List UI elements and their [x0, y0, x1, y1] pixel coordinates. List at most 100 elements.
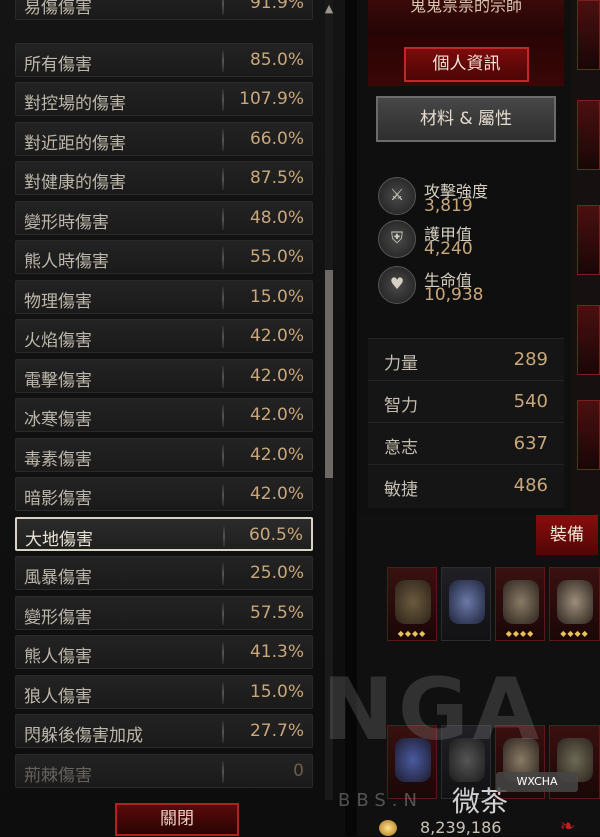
stat-value: 15.0%	[249, 286, 304, 307]
stat-value: 42.0%	[249, 444, 304, 465]
stat-row[interactable]: 冰寒傷害 42.0%	[15, 398, 313, 432]
stat-row[interactable]: 大地傷害 60.5%	[15, 516, 313, 551]
stat-separator	[222, 681, 224, 704]
stat-row[interactable]: 狼人傷害 15.0%	[15, 674, 313, 709]
stat-row[interactable]: 對健康的傷害 87.5%	[15, 161, 313, 195]
stat-label: 荊棘傷害	[24, 765, 92, 786]
scrollbar-thumb[interactable]	[325, 270, 333, 478]
stat-value: 41.3%	[249, 642, 304, 662]
stat-label: 對近距的傷害	[24, 133, 126, 154]
boots-icon	[503, 580, 539, 624]
stat-separator	[222, 602, 224, 625]
stat-row[interactable]: 所有傷害 85.0%	[15, 42, 313, 77]
stat-separator	[222, 326, 224, 348]
stat-value: 25.0%	[249, 563, 304, 583]
stat-label: 熊人傷害	[24, 647, 92, 667]
stat-separator	[223, 524, 225, 547]
armor-piece-icon	[557, 580, 593, 624]
core-stat-value: 4,240	[424, 239, 473, 259]
stat-separator	[222, 405, 224, 427]
stat-row[interactable]: 物理傷害 15.0%	[15, 279, 313, 314]
profile-button[interactable]: 個人資訊	[404, 47, 529, 82]
equipment-slot[interactable]	[577, 305, 600, 375]
stat-row[interactable]: 閃躲後傷害加成 27.7%	[15, 714, 313, 748]
gem-icon	[449, 580, 485, 624]
stat-value: 15.0%	[249, 681, 304, 702]
stat-row[interactable]: 電擊傷害 42.0%	[15, 358, 313, 393]
equipment-tab[interactable]: 裝備	[536, 515, 598, 555]
stat-row[interactable]: 變形時傷害 48.0%	[15, 200, 313, 235]
scroll-up-icon[interactable]: ▲	[322, 2, 336, 16]
stat-separator	[222, 89, 224, 111]
crossed-swords-icon: ⚔	[378, 177, 416, 215]
stat-row[interactable]: 易傷傷害 91.9%	[15, 0, 313, 20]
stat-value: 66.0%	[249, 128, 304, 149]
stat-value: 42.0%	[249, 405, 304, 425]
stat-row[interactable]: 毒素傷害 42.0%	[15, 437, 313, 472]
item-rarity-stars: ◆◆◆◆	[560, 629, 589, 638]
stat-row[interactable]: 對控場的傷害 107.9%	[15, 82, 313, 116]
attribute-row: 意志 637	[368, 422, 564, 465]
stat-separator	[222, 642, 224, 664]
stat-label: 火焰傷害	[24, 331, 92, 351]
stat-value: 42.0%	[249, 365, 304, 386]
stat-row[interactable]: 暗影傷害 42.0%	[15, 477, 313, 511]
attribute-value: 289	[513, 349, 548, 370]
stat-separator	[222, 168, 224, 190]
stat-value: 87.5%	[249, 168, 304, 188]
feather-icon: ❧	[560, 816, 576, 837]
watermark-bbs-text: BBS.N	[338, 790, 423, 811]
stat-row[interactable]: 熊人時傷害 55.0%	[15, 240, 313, 274]
stat-row[interactable]: 風暴傷害 25.0%	[15, 556, 313, 590]
attribute-label: 敏捷	[384, 480, 418, 500]
stat-value: 55.0%	[249, 247, 304, 267]
equipment-slot[interactable]	[577, 100, 600, 170]
stat-label: 暗影傷害	[24, 489, 92, 509]
stat-row[interactable]: 荊棘傷害 0	[15, 753, 313, 788]
stat-label: 變形時傷害	[24, 212, 109, 233]
stat-separator	[222, 563, 224, 585]
player-title-bar: 鬼鬼祟祟的宗師	[368, 0, 564, 36]
attribute-label: 意志	[384, 438, 418, 458]
stat-label: 電擊傷害	[24, 370, 92, 391]
item-slot[interactable]: ◆◆◆◆	[549, 567, 600, 641]
stat-row[interactable]: 變形傷害 57.5%	[15, 595, 313, 630]
watermark-logo: NGA	[322, 660, 544, 760]
stat-label: 毒素傷害	[24, 449, 92, 470]
close-button[interactable]: 關閉	[115, 803, 239, 836]
stats-panel: 易傷傷害 91.9% 所有傷害 85.0% 對控場的傷害 107.9% 對近距的傷害 66.0…	[0, 0, 345, 836]
stat-label: 冰寒傷害	[24, 410, 92, 430]
item-rarity-stars: ◆◆◆◆	[397, 629, 427, 638]
attribute-label: 智力	[384, 396, 418, 416]
equipment-slot[interactable]	[577, 0, 600, 70]
ring-slot[interactable]	[441, 567, 491, 641]
stat-separator	[222, 247, 224, 269]
equipment-slot[interactable]	[577, 400, 600, 470]
stat-separator	[222, 365, 224, 388]
amulet-icon	[395, 580, 431, 624]
attribute-row: 力量 289	[368, 338, 564, 381]
stat-row[interactable]: 對近距的傷害 66.0%	[15, 121, 313, 156]
stat-separator	[222, 0, 224, 15]
item-rarity-stars: ◆◆◆◆	[505, 629, 535, 638]
stat-label: 物理傷害	[24, 291, 92, 312]
stat-label: 閃躲後傷害加成	[24, 726, 143, 746]
stat-label: 大地傷害	[25, 529, 93, 550]
equipment-slot[interactable]	[577, 205, 600, 275]
boots-slot[interactable]: ◆◆◆◆	[495, 567, 545, 641]
stat-label: 對健康的傷害	[24, 173, 126, 193]
stat-separator	[222, 760, 224, 783]
stat-value: 60.5%	[248, 524, 303, 545]
stat-value: 48.0%	[249, 207, 304, 228]
gold-coin-icon	[379, 820, 397, 836]
stat-row[interactable]: 熊人傷害 41.3%	[15, 635, 313, 669]
stat-separator	[222, 49, 224, 72]
stat-separator	[222, 207, 224, 230]
materials-attributes-button[interactable]: 材料 & 屬性	[376, 96, 556, 142]
stat-label: 熊人時傷害	[24, 252, 109, 272]
stat-row[interactable]: 火焰傷害 42.0%	[15, 319, 313, 353]
stat-value: 42.0%	[249, 484, 304, 504]
heart-icon: ♥	[378, 266, 416, 304]
stat-label: 風暴傷害	[24, 568, 92, 588]
amulet-slot[interactable]: ◆◆◆◆	[387, 567, 437, 641]
